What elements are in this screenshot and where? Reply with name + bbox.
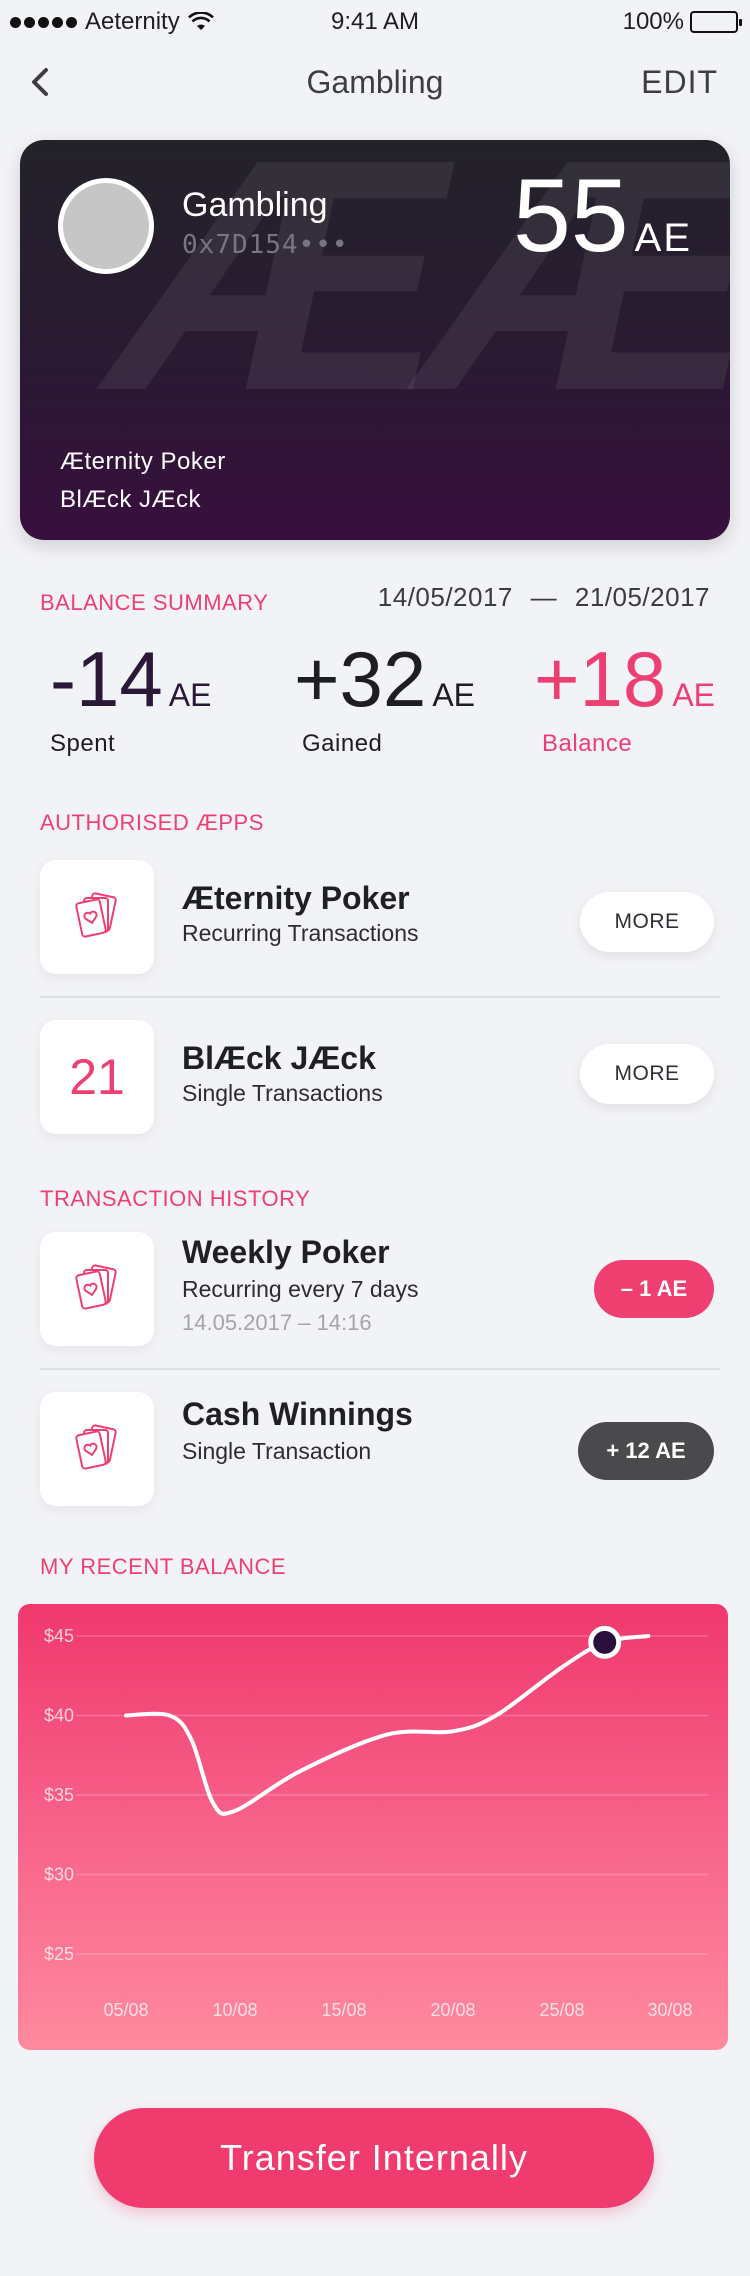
y-tick-label: $35 xyxy=(44,1785,74,1805)
app-subtitle: Single Transactions xyxy=(182,1080,383,1106)
x-tick-label: 05/08 xyxy=(103,2000,148,2020)
app-title: BlÆck JÆck xyxy=(182,1040,376,1076)
transaction-history-heading: TRANSACTION HISTORY xyxy=(40,1186,311,1211)
highlight-point xyxy=(588,1625,622,1659)
more-button[interactable]: MORE xyxy=(580,892,714,952)
y-tick-label: $30 xyxy=(44,1865,74,1885)
stat-gained: +32 AE Gained xyxy=(294,640,475,758)
app-subtitle: Recurring Transactions xyxy=(182,920,419,946)
card-app-label: Æternity Poker xyxy=(60,448,226,475)
transaction-title: Cash Winnings xyxy=(182,1396,413,1432)
stat-value: +32 xyxy=(294,635,427,723)
date-separator: — xyxy=(530,582,558,612)
divider xyxy=(40,996,720,998)
edit-button[interactable]: EDIT xyxy=(641,64,718,101)
recent-balance-heading: MY RECENT BALANCE xyxy=(40,1554,287,1579)
date-to: 21/05/2017 xyxy=(574,582,710,612)
avatar[interactable] xyxy=(58,178,154,274)
wallet-balance-unit: AE xyxy=(634,216,692,260)
transaction-subtitle: Recurring every 7 days xyxy=(182,1276,419,1302)
x-tick-label: 25/08 xyxy=(539,2000,584,2020)
playing-cards-icon xyxy=(75,1424,117,1470)
transfer-internally-button[interactable]: Transfer Internally xyxy=(94,2108,654,2208)
wallet-name: Gambling xyxy=(182,186,328,224)
x-tick-label: 10/08 xyxy=(212,2000,257,2020)
wallet-balance: 55 AE xyxy=(513,164,692,268)
x-tick-label: 30/08 xyxy=(647,2000,692,2020)
stat-label: Gained xyxy=(302,730,383,757)
balance-series-line xyxy=(124,1634,651,1816)
wallet-balance-value: 55 xyxy=(512,158,629,274)
date-from: 14/05/2017 xyxy=(377,582,513,612)
stat-value: +18 xyxy=(534,635,667,723)
transaction-amount-badge[interactable]: + 12 AE xyxy=(578,1422,714,1480)
more-button[interactable]: MORE xyxy=(580,1044,714,1104)
y-tick-label: $25 xyxy=(44,1944,74,1964)
recent-balance-chart[interactable]: $45 $40 $35 $30 $25 05/08 10/08 15/08 20/08 25/08… xyxy=(18,1604,728,2050)
stat-unit: AE xyxy=(168,677,212,713)
divider xyxy=(40,1368,720,1370)
app-icon-tile[interactable]: 21 xyxy=(40,1020,154,1134)
stat-label: Balance xyxy=(542,730,633,757)
battery-icon xyxy=(690,11,742,33)
transaction-amount-badge[interactable]: – 1 AE xyxy=(594,1260,714,1318)
app-icon-tile[interactable] xyxy=(40,860,154,974)
transaction-icon-tile[interactable] xyxy=(40,1392,154,1506)
page-title: Gambling xyxy=(306,64,444,100)
twenty-one-icon: 21 xyxy=(69,1049,125,1105)
stat-balance: +18 AE Balance xyxy=(534,640,715,758)
transaction-icon-tile[interactable] xyxy=(40,1232,154,1346)
x-tick-label: 20/08 xyxy=(430,2000,475,2020)
card-app-label: BlÆck JÆck xyxy=(60,486,202,513)
transaction-subtitle: Single Transaction xyxy=(182,1438,372,1464)
y-tick-label: $45 xyxy=(44,1626,74,1646)
date-range[interactable]: 14/05/2017 — 21/05/2017 xyxy=(378,582,710,613)
authorised-apps-heading: AUTHORISED ÆPPS xyxy=(40,810,264,835)
status-bar: Aeternity 9:41 AM 100% xyxy=(0,0,750,40)
stat-spent: -14 AE Spent xyxy=(50,640,211,758)
x-tick-label: 15/08 xyxy=(321,2000,366,2020)
app-title: Æternity Poker xyxy=(182,880,410,916)
battery-percent: 100% xyxy=(622,8,684,35)
transaction-date: 14.05.2017 – 14:16 xyxy=(182,1310,372,1335)
line-chart: $45 $40 $35 $30 $25 05/08 10/08 15/08 20/08 25/08… xyxy=(44,1625,708,2020)
playing-cards-icon xyxy=(75,1264,117,1310)
playing-cards-icon xyxy=(75,892,117,938)
stat-unit: AE xyxy=(432,677,475,713)
y-tick-label: $40 xyxy=(44,1706,74,1726)
balance-summary-heading: BALANCE SUMMARY xyxy=(40,590,269,615)
transaction-title: Weekly Poker xyxy=(182,1234,390,1270)
wallet-address: 0x7D154••• xyxy=(182,230,349,260)
stat-unit: AE xyxy=(672,677,715,713)
wallet-card[interactable]: ÆÆ Gambling 0x7D154••• 55 AE Æternity Po… xyxy=(20,140,730,540)
battery-info: 100% xyxy=(622,8,742,36)
stat-label: Spent xyxy=(50,730,116,757)
stat-value: -14 xyxy=(50,635,163,723)
